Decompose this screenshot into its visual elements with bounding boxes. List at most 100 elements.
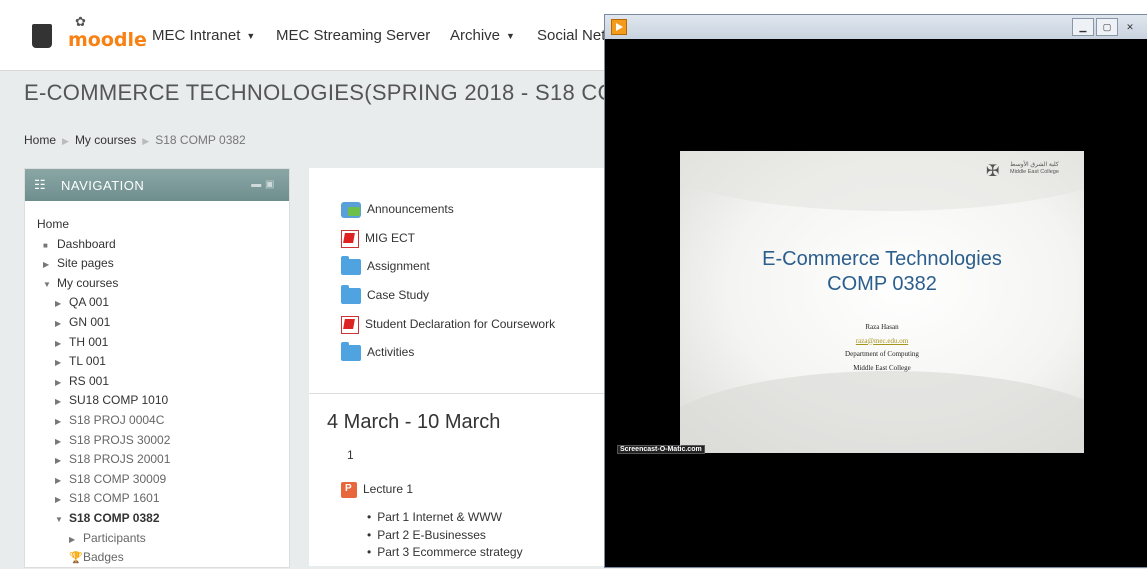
- chevron-right-icon[interactable]: ▶: [55, 451, 69, 471]
- nav-item-course[interactable]: ▶ S18 COMP 1601: [37, 489, 170, 509]
- activity-label: Assignment: [367, 259, 430, 274]
- chevron-right-icon[interactable]: ▶: [55, 392, 69, 412]
- close-button[interactable]: ✕: [1120, 19, 1140, 35]
- nav-item-label: TH 001: [69, 334, 109, 349]
- moodle-logo[interactable]: ✿ moodle: [32, 14, 147, 51]
- section-number: 1: [347, 448, 354, 462]
- nav-item-course[interactable]: ▶ RS 001: [37, 372, 170, 392]
- nav-item-course[interactable]: ▶ S18 COMP 30009: [37, 470, 170, 490]
- activity-student-declaration[interactable]: Student Declaration for Coursework: [341, 316, 555, 334]
- chevron-right-icon[interactable]: ▶: [55, 432, 69, 452]
- flower-icon: ✿: [75, 14, 86, 29]
- caret-down-icon: ▼: [246, 31, 256, 42]
- nav-item-my-courses[interactable]: ▼ My courses: [37, 274, 170, 294]
- nav-item-label: Home: [37, 217, 70, 231]
- activity-label: Case Study: [367, 288, 430, 303]
- activity-mig-ect[interactable]: MIG ECT: [341, 230, 415, 248]
- menu-label: MEC Intranet: [152, 27, 241, 44]
- chevron-down-icon[interactable]: ▼: [55, 510, 69, 530]
- breadcrumb-home[interactable]: Home: [24, 133, 56, 147]
- nav-item-label: My courses: [57, 275, 119, 290]
- screencast-watermark: Screencast-O-Matic.com: [617, 445, 705, 454]
- nav-item-label: QA 001: [69, 295, 110, 310]
- breadcrumb-my-courses[interactable]: My courses: [75, 133, 136, 147]
- maximize-button[interactable]: ▢: [1096, 18, 1118, 36]
- breadcrumb-current-course[interactable]: S18 COMP 0382: [155, 133, 246, 147]
- nav-item-course[interactable]: ▶ S18 PROJS 30002: [37, 431, 170, 451]
- section-divider: [309, 393, 609, 394]
- menu-archive[interactable]: Archive ▼: [450, 27, 515, 44]
- list-item: Part 1 Internet & WWW: [367, 509, 523, 527]
- nav-item-badges[interactable]: 🏆Badges: [37, 548, 170, 568]
- nav-item-label: GN 001: [69, 314, 111, 329]
- lecture-parts-list: Part 1 Internet & WWW Part 2 E-Businesse…: [367, 509, 523, 562]
- nav-item-course[interactable]: ▶ TL 001: [37, 352, 170, 372]
- pdf-icon: [341, 230, 359, 248]
- nav-item-current-course[interactable]: ▼ S18 COMP 0382: [37, 509, 170, 529]
- menu-mec-streaming-server[interactable]: MEC Streaming Server: [276, 27, 430, 44]
- college-logo-arabic: كلية الشرق الأوسط: [1010, 162, 1059, 168]
- nav-item-label: TL 001: [69, 354, 106, 369]
- chevron-right-icon[interactable]: ▶: [43, 255, 57, 275]
- navigation-title: NAVIGATION: [61, 178, 145, 193]
- nav-item-participants[interactable]: ▶ Participants: [37, 529, 170, 549]
- nav-item-course[interactable]: ▶ GN 001: [37, 313, 170, 333]
- nav-item-label: Participants: [83, 530, 146, 545]
- nav-item-course[interactable]: ▶ TH 001: [37, 333, 170, 353]
- nav-item-label: S18 PROJ 0004C: [69, 412, 165, 427]
- nav-item-label: Dashboard: [57, 236, 116, 251]
- chevron-down-icon[interactable]: ▼: [43, 275, 57, 295]
- slide-decoration: [680, 151, 1084, 211]
- menu-label: MEC Streaming Server: [276, 27, 431, 44]
- menu-social-net[interactable]: Social Net: [537, 27, 605, 44]
- activity-label: Lecture 1: [363, 482, 414, 497]
- nav-item-course[interactable]: ▶ S18 PROJ 0004C: [37, 411, 170, 431]
- folder-icon: [341, 285, 361, 304]
- nav-item-label: Badges: [83, 550, 124, 565]
- nav-item-course[interactable]: ▶ QA 001: [37, 293, 170, 313]
- chevron-right-icon[interactable]: ▶: [69, 530, 83, 550]
- player-app-icon: [611, 19, 627, 35]
- chevron-right-icon[interactable]: ▶: [55, 294, 69, 314]
- folder-icon: [341, 256, 361, 275]
- powerpoint-icon: [341, 482, 357, 498]
- navigation-block: ☷ NAVIGATION ▬ ▣ Home ■ Dashboard ▶ Site p…: [24, 168, 290, 568]
- activity-lecture-1[interactable]: Lecture 1: [341, 482, 413, 498]
- chevron-right-icon[interactable]: ▶: [55, 314, 69, 334]
- navigation-header: ☷ NAVIGATION ▬ ▣: [25, 169, 289, 201]
- nav-item-dashboard[interactable]: ■ Dashboard: [37, 235, 170, 255]
- slide-title-line: E-Commerce Technologies: [762, 248, 1002, 270]
- navigation-tree: Home ■ Dashboard ▶ Site pages ▼ My courses …: [37, 215, 170, 568]
- activity-assignment[interactable]: Assignment: [341, 256, 430, 275]
- slide-title-line: COMP 0382: [827, 273, 937, 295]
- activity-label: Student Declaration for Coursework: [365, 317, 556, 332]
- activity-announcements[interactable]: Announcements: [341, 202, 454, 218]
- activity-activities[interactable]: Activities: [341, 342, 414, 361]
- nav-item-course[interactable]: ▶ S18 PROJS 20001: [37, 450, 170, 470]
- chevron-right-icon[interactable]: ▶: [55, 334, 69, 354]
- nav-item-label: S18 PROJS 30002: [69, 432, 171, 447]
- nav-item-label: S18 COMP 30009: [69, 471, 167, 486]
- list-item: Part 2 E-Businesses: [367, 527, 523, 545]
- chevron-right-icon[interactable]: ▶: [55, 471, 69, 491]
- slide-author: Raza Hasan: [865, 323, 899, 331]
- chevron-right-icon[interactable]: ▶: [55, 490, 69, 510]
- minimize-button[interactable]: ▁: [1072, 18, 1094, 36]
- breadcrumb-separator-icon: ▶: [142, 136, 150, 146]
- chevron-right-icon[interactable]: ▶: [55, 373, 69, 393]
- nav-item-site-pages[interactable]: ▶ Site pages: [37, 254, 170, 274]
- college-logo-english: Middle East College: [1010, 169, 1059, 175]
- nav-item-course[interactable]: ▶ SU18 COMP 1010: [37, 391, 170, 411]
- window-titlebar[interactable]: ▁ ▢ ✕: [605, 15, 1147, 39]
- block-controls-icon[interactable]: ▬ ▣: [251, 179, 275, 190]
- nav-item-label: RS 001: [69, 373, 110, 388]
- nav-item-home[interactable]: Home: [37, 215, 170, 235]
- menu-label: Archive: [450, 27, 501, 44]
- chevron-right-icon[interactable]: ▶: [55, 412, 69, 432]
- pdf-icon: [341, 316, 359, 334]
- menu-mec-intranet[interactable]: MEC Intranet ▼: [152, 27, 255, 44]
- nav-item-label: S18 PROJS 20001: [69, 452, 171, 467]
- chevron-right-icon[interactable]: ▶: [55, 353, 69, 373]
- activity-case-study[interactable]: Case Study: [341, 285, 430, 304]
- slide-details: Raza Hasan raza@mec.edu.om Department of…: [680, 321, 1084, 375]
